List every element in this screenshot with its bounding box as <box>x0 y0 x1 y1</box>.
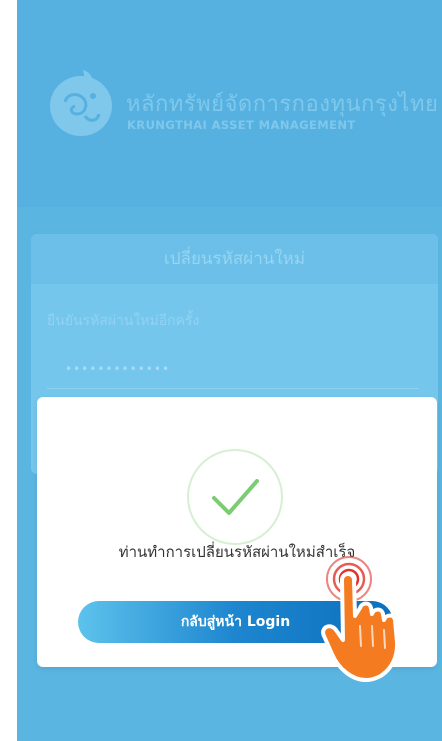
success-message: ท่านทำการเปลี่ยนรหัสผ่านใหม่สำเร็จ <box>118 543 356 561</box>
brand-name-english: KRUNGTHAI ASSET MANAGEMENT <box>127 118 356 132</box>
check-circle-icon <box>212 479 259 515</box>
app-header: หลักทรัพย์จัดการกองทุนกรุงไทย KRUNGTHAI … <box>17 0 442 207</box>
confirm-password-value: ••••••••••••• <box>65 362 171 376</box>
success-circle <box>187 449 283 545</box>
bird-logo-icon <box>50 70 112 136</box>
card-title: เปลี่ยนรหัสผ่านใหม่ <box>31 234 438 284</box>
brand-name-thai: หลักทรัพย์จัดการกองทุนกรุงไทย <box>126 92 439 117</box>
confirm-password-label: ยืนยันรหัสผ่านใหม่อีกครั้ง <box>47 313 200 329</box>
back-to-login-button[interactable]: กลับสู่หน้า Login <box>78 601 393 643</box>
